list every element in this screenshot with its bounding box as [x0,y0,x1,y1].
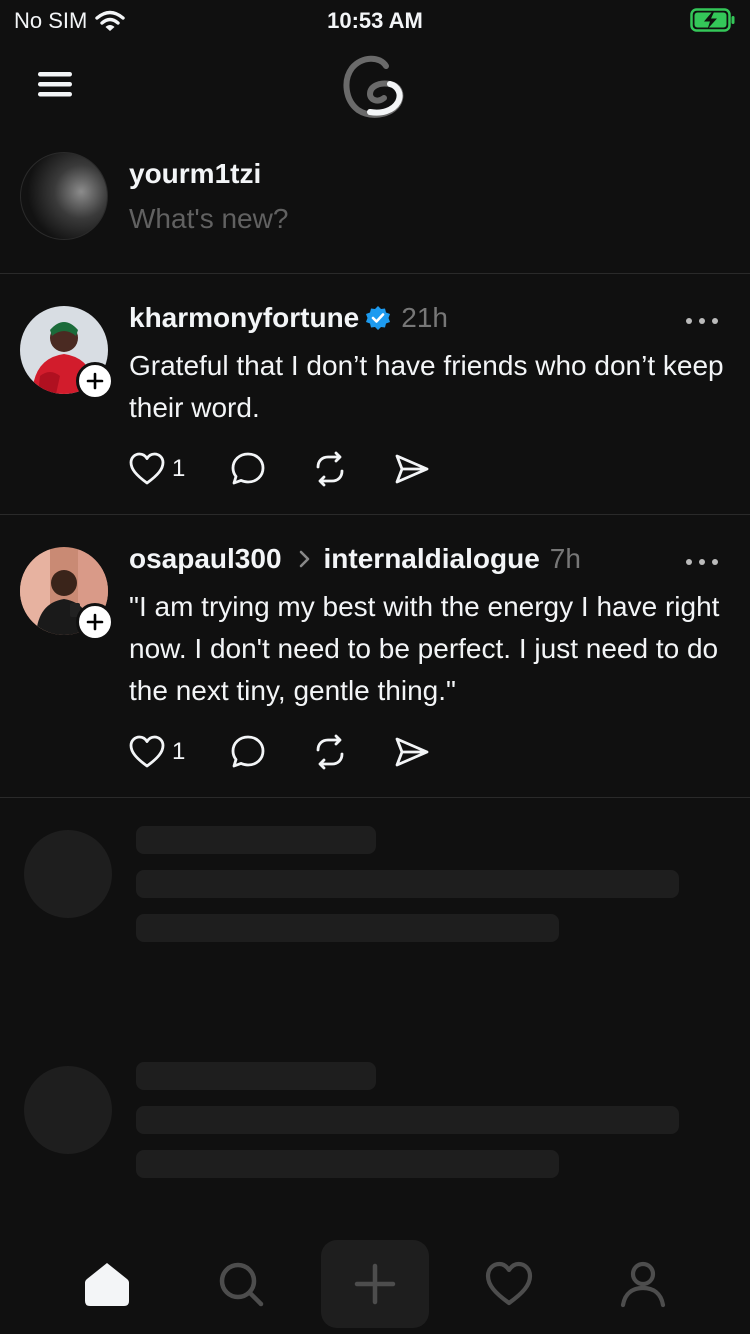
status-bar: No SIM 10:53 AM [0,0,750,40]
repost-icon [316,734,344,770]
repost-button[interactable] [311,733,349,771]
profile-icon [620,1261,666,1308]
follow-button[interactable] [76,362,114,400]
post-text: Grateful that I don’t have friends who d… [129,350,724,423]
clock: 10:53 AM [327,8,423,33]
home-icon [85,1263,129,1306]
battery-charging-icon [690,8,735,32]
menu-button[interactable] [36,68,76,100]
post-username[interactable]: kharmonyfortune [129,302,359,334]
threads-logo[interactable] [340,50,410,120]
share-button[interactable] [393,450,431,488]
send-icon [395,737,429,767]
repost-icon [316,451,344,487]
post-timestamp: 21h [401,302,448,333]
tab-home[interactable] [53,1240,161,1328]
tab-profile[interactable] [589,1240,697,1328]
repost-button[interactable] [311,450,349,488]
post-text: "I am trying my best with the energy I h… [129,591,720,706]
heart-icon [129,735,165,768]
post-actions: 1 [128,733,431,771]
like-count: 1 [172,455,186,482]
post-actions: 1 [128,450,431,488]
tab-create[interactable] [321,1240,429,1328]
create-icon [354,1263,396,1305]
skeleton-avatar [24,1066,112,1154]
comment-icon [231,735,265,768]
reply-button[interactable] [229,733,267,771]
verified-badge-icon [366,306,391,330]
skeleton-line [136,1062,376,1090]
search-icon [219,1262,264,1307]
skeleton-line [136,826,376,854]
share-button[interactable] [393,733,431,771]
skeleton-avatar [24,830,112,918]
skeleton-line [136,1106,679,1134]
feed-post: osapaul300 internaldialogue 7h "I am try… [0,515,750,798]
hamburger-menu-icon [38,72,72,97]
skeleton-line [136,914,559,942]
reply-to-username[interactable]: internaldialogue [324,543,540,575]
like-count: 1 [172,738,186,765]
skeleton-line [136,870,679,898]
more-options-icon[interactable] [684,316,720,326]
plus-icon [86,372,104,390]
composer-placeholder[interactable]: What's new? [129,203,288,235]
bottom-tab-bar [0,1240,750,1334]
like-button[interactable]: 1 [128,451,185,487]
post-username[interactable]: osapaul300 [129,543,282,575]
tab-activity[interactable] [455,1240,563,1328]
follow-button[interactable] [76,603,114,641]
activity-heart-icon [485,1261,533,1306]
feed-post: kharmonyfortune 21h Grateful that I don’… [0,274,750,515]
new-thread-composer[interactable]: yourm1tzi What's new? [0,140,750,274]
post-header: osapaul300 internaldialogue 7h [129,543,581,575]
reply-button[interactable] [229,450,267,488]
like-button[interactable]: 1 [128,734,185,770]
heart-icon [129,452,165,485]
threads-home-screen: No SIM 10:53 AM yourm1tzi What's new? kh… [0,0,750,1334]
plus-icon [86,613,104,631]
send-icon [395,454,429,484]
chevron-right-icon [299,550,309,568]
post-timestamp: 7h [549,543,581,574]
composer-username: yourm1tzi [129,158,262,189]
more-options-icon[interactable] [684,557,720,567]
threads-logo-icon [343,55,404,118]
tab-search[interactable] [187,1240,295,1328]
my-avatar[interactable] [20,152,108,240]
post-header: kharmonyfortune 21h [129,302,448,334]
comment-icon [231,452,265,485]
skeleton-line [136,1150,559,1178]
